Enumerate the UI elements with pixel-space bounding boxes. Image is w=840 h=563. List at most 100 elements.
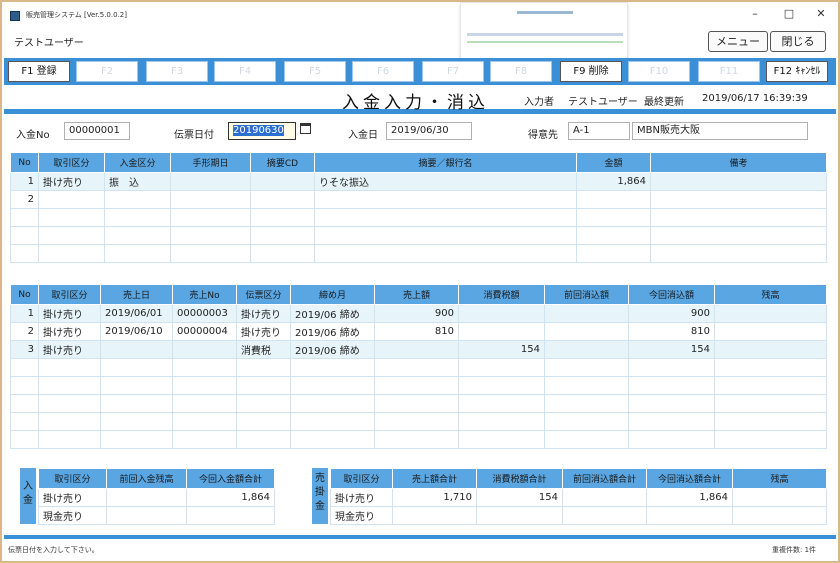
table-cell[interactable]: 掛け売り: [38, 340, 101, 359]
table-cell[interactable]: [172, 430, 237, 449]
table-cell[interactable]: 2019/06/10: [100, 322, 173, 341]
close-button[interactable]: 閉じる: [770, 31, 826, 52]
table-cell[interactable]: [170, 208, 251, 227]
table-cell[interactable]: [458, 358, 545, 377]
table-cell[interactable]: [628, 376, 715, 395]
table-cell[interactable]: [714, 304, 827, 323]
table-cell[interactable]: [544, 394, 629, 413]
table-cell[interactable]: [392, 506, 477, 525]
table-row[interactable]: [10, 208, 827, 227]
table-cell[interactable]: [38, 244, 105, 263]
table-cell[interactable]: [38, 358, 101, 377]
table-row[interactable]: [10, 358, 827, 377]
table-cell[interactable]: [106, 506, 187, 525]
table-cell[interactable]: [172, 358, 237, 377]
table-cell[interactable]: [314, 190, 577, 209]
table-cell[interactable]: [38, 394, 101, 413]
table-cell[interactable]: [374, 340, 459, 359]
table-cell[interactable]: 掛け売り: [38, 322, 101, 341]
maximize-button[interactable]: □: [778, 6, 800, 22]
fkey-10-button[interactable]: F10: [628, 61, 690, 82]
title-bar[interactable]: 販売管理システム [Ver.5.0.0.2] – □ ✕: [2, 2, 838, 28]
table-cell[interactable]: 900: [374, 304, 459, 323]
table-cell[interactable]: [314, 244, 577, 263]
table-cell[interactable]: [100, 394, 173, 413]
table-cell[interactable]: [374, 376, 459, 395]
table-row[interactable]: [10, 412, 827, 431]
table-cell[interactable]: [38, 226, 105, 245]
table-cell[interactable]: 現金売り: [38, 506, 107, 525]
table-cell[interactable]: 2019/06 締め: [290, 322, 375, 341]
table-cell[interactable]: [374, 358, 459, 377]
table-cell[interactable]: [650, 208, 827, 227]
table-cell[interactable]: [236, 430, 291, 449]
table-cell[interactable]: [172, 412, 237, 431]
table-cell[interactable]: [10, 226, 39, 245]
table-cell[interactable]: [10, 358, 39, 377]
table-cell[interactable]: 154: [628, 340, 715, 359]
table-cell[interactable]: [458, 412, 545, 431]
table-cell[interactable]: [250, 208, 315, 227]
table-cell[interactable]: [10, 376, 39, 395]
table-cell[interactable]: [374, 430, 459, 449]
table-cell[interactable]: [10, 412, 39, 431]
table-cell[interactable]: [458, 394, 545, 413]
table-row[interactable]: [10, 430, 827, 449]
table-cell[interactable]: 1,864: [576, 172, 651, 191]
table-cell[interactable]: [714, 394, 827, 413]
table-cell[interactable]: 掛け売り: [38, 488, 107, 507]
close-window-button[interactable]: ✕: [810, 6, 832, 22]
table-cell[interactable]: [38, 430, 101, 449]
table-cell[interactable]: [250, 226, 315, 245]
table-cell[interactable]: [628, 412, 715, 431]
fkey-9-button[interactable]: F9 削除: [560, 61, 622, 82]
table-cell[interactable]: [172, 340, 237, 359]
table-cell[interactable]: 00000003: [172, 304, 237, 323]
calendar-icon[interactable]: [300, 123, 311, 134]
fkey-11-button[interactable]: F11: [698, 61, 760, 82]
table-row[interactable]: 1 掛け売り振 込 りそな振込 1,864: [10, 172, 827, 191]
table-cell[interactable]: [650, 226, 827, 245]
table-cell[interactable]: [374, 394, 459, 413]
table-row[interactable]: [10, 226, 827, 245]
table-cell[interactable]: [714, 340, 827, 359]
table-cell[interactable]: 掛け売り: [236, 322, 291, 341]
fkey-8-button[interactable]: F8: [490, 61, 552, 82]
table-cell[interactable]: [714, 358, 827, 377]
fkey-6-button[interactable]: F6: [352, 61, 414, 82]
table-cell[interactable]: [650, 190, 827, 209]
table-cell[interactable]: 810: [628, 322, 715, 341]
menu-button[interactable]: メニュー: [708, 31, 768, 52]
table-cell[interactable]: [374, 412, 459, 431]
table-cell[interactable]: 154: [458, 340, 545, 359]
table-row[interactable]: 掛け売り 1,864: [38, 488, 275, 507]
table-row[interactable]: [10, 244, 827, 263]
table-cell[interactable]: [104, 190, 171, 209]
fkey-4-button[interactable]: F4: [214, 61, 276, 82]
table-cell[interactable]: 振 込: [104, 172, 171, 191]
customer-code-field[interactable]: A-1: [568, 122, 630, 140]
table-cell[interactable]: [628, 394, 715, 413]
table-cell[interactable]: [544, 340, 629, 359]
table-cell[interactable]: [544, 412, 629, 431]
table-cell[interactable]: [170, 172, 251, 191]
table-row[interactable]: [10, 376, 827, 395]
table-cell[interactable]: 2: [10, 190, 39, 209]
table-cell[interactable]: [172, 394, 237, 413]
table-cell[interactable]: [250, 172, 315, 191]
table-cell[interactable]: [290, 376, 375, 395]
fkey-3-button[interactable]: F3: [146, 61, 208, 82]
table-cell[interactable]: 掛け売り: [38, 304, 101, 323]
table-cell[interactable]: [186, 506, 275, 525]
table-cell[interactable]: [236, 394, 291, 413]
table-cell[interactable]: 現金売り: [330, 506, 393, 525]
table-cell[interactable]: [172, 376, 237, 395]
table-cell[interactable]: [100, 340, 173, 359]
payment-no-field[interactable]: 00000001: [64, 122, 130, 140]
slip-date-field[interactable]: 20190630: [228, 122, 296, 140]
table-cell[interactable]: 1,710: [392, 488, 477, 507]
table-cell[interactable]: [650, 244, 827, 263]
table-cell[interactable]: [38, 190, 105, 209]
table-cell[interactable]: [100, 358, 173, 377]
table-cell[interactable]: 1: [10, 172, 39, 191]
